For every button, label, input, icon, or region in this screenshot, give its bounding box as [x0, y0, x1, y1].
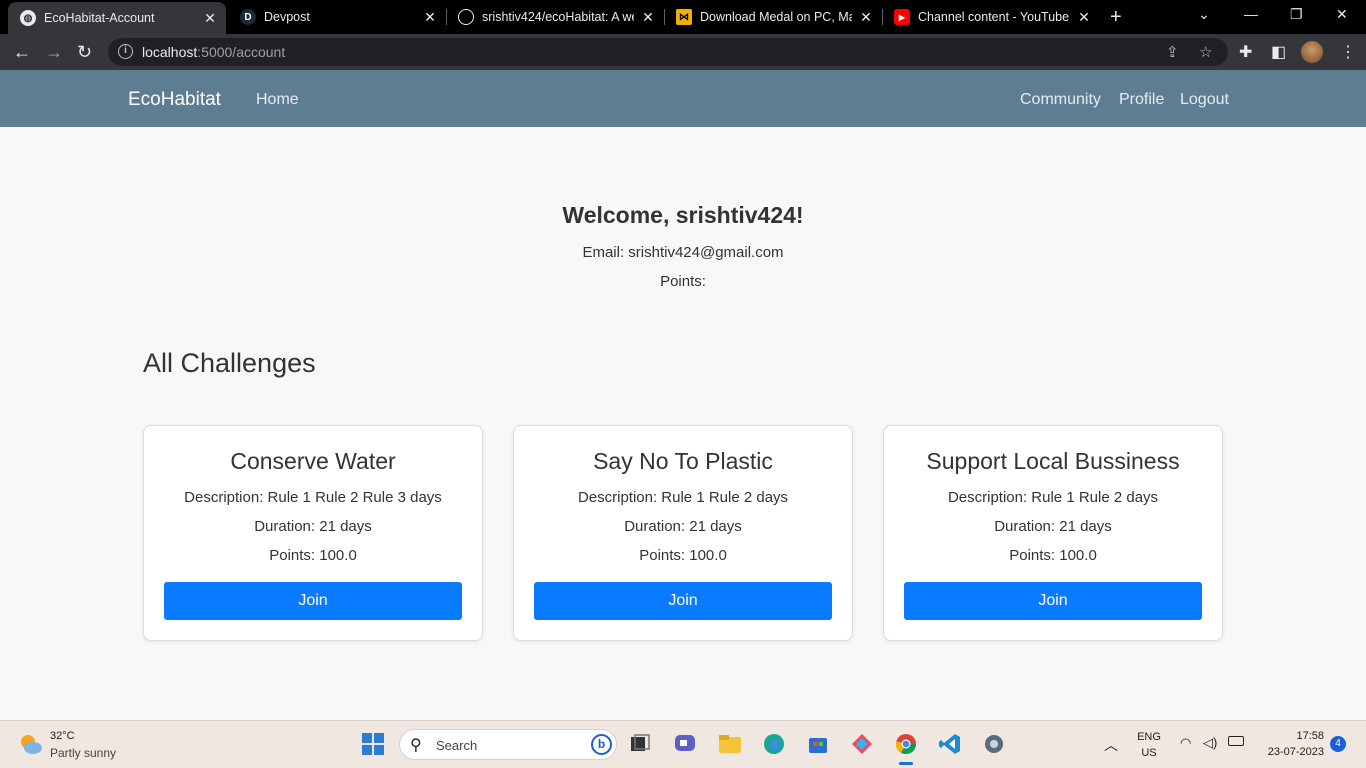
close-window-icon[interactable]: ✕ [1336, 6, 1348, 23]
weather-description[interactable]: Partly sunny [50, 746, 116, 760]
tab-youtube[interactable]: ▶ Channel content - YouTube S ✕ [882, 0, 1100, 34]
user-email: Email: srishtiv424@gmail.com [582, 244, 784, 261]
join-button[interactable]: Join [164, 582, 462, 620]
close-tab-icon[interactable]: ✕ [202, 10, 218, 27]
microsoft-store-icon[interactable] [806, 732, 830, 756]
extensions-puzzle-icon[interactable]: ✚ [1239, 42, 1252, 62]
windows-start-icon[interactable] [361, 732, 385, 756]
back-icon[interactable]: ← [13, 42, 31, 62]
tab-medal[interactable]: ⋈ Download Medal on PC, Mac ✕ [664, 0, 882, 34]
share-icon[interactable]: ⇪ [1166, 43, 1179, 61]
challenge-description: Description: Rule 1 Rule 2 days [577, 489, 789, 506]
browser-tab-strip: ◍ EcoHabitat-Account ✕ D Devpost ✕ srish… [0, 0, 1366, 34]
globe-icon: ◍ [20, 10, 36, 26]
challenge-card: Conserve Water Description: Rule 1 Rule … [143, 425, 483, 641]
close-tab-icon[interactable]: ✕ [422, 9, 438, 26]
volume-icon[interactable]: ◁) [1203, 735, 1217, 751]
challenge-duration: Duration: 21 days [994, 518, 1112, 535]
challenge-title: Say No To Plastic [593, 448, 773, 474]
vscode-icon[interactable] [938, 732, 962, 756]
challenge-description: Description: Rule 1 Rule 2 days [947, 489, 1159, 506]
nav-community-link[interactable]: Community [1020, 91, 1101, 109]
windows-taskbar: 32°C Partly sunny ⚲ Search b ︿ ENG US ◠ … [0, 720, 1366, 768]
file-explorer-icon[interactable] [718, 732, 742, 756]
address-bar[interactable]: i localhost:5000/account ⇪ ☆ [108, 38, 1228, 66]
restore-icon[interactable]: ❐ [1290, 6, 1303, 23]
tab-title: Devpost [264, 10, 310, 24]
challenge-duration: Duration: 21 days [254, 518, 372, 535]
app-diamond-icon[interactable] [850, 732, 874, 756]
tab-title: EcoHabitat-Account [44, 11, 155, 25]
site-brand[interactable]: EcoHabitat [128, 89, 221, 111]
challenge-points: Points: 100.0 [269, 547, 357, 564]
challenges-heading: All Challenges [143, 348, 316, 378]
browser-menu-icon[interactable]: ⋮ [1340, 42, 1356, 62]
clock-time[interactable]: 17:58 [1262, 730, 1324, 742]
challenge-title: Support Local Bussiness [926, 448, 1180, 474]
url-text[interactable]: localhost:5000/account [142, 44, 285, 60]
language-region[interactable]: US [1134, 747, 1164, 759]
language-code[interactable]: ENG [1134, 731, 1164, 743]
forward-icon[interactable]: → [45, 42, 63, 62]
youtube-icon: ▶ [894, 9, 910, 25]
weather-temperature[interactable]: 32°C [50, 730, 75, 742]
partly-sunny-icon[interactable] [18, 732, 44, 756]
side-panel-icon[interactable]: ◧ [1271, 42, 1286, 62]
url-host: localhost [142, 44, 198, 60]
tab-title: Download Medal on PC, Mac [700, 10, 852, 24]
devpost-icon: D [240, 9, 256, 25]
chrome-active-indicator [899, 762, 913, 765]
reload-icon[interactable]: ↻ [77, 42, 92, 62]
teams-chat-icon[interactable] [673, 732, 697, 756]
challenge-card: Say No To Plastic Description: Rule 1 Ru… [513, 425, 853, 641]
wifi-icon[interactable]: ◠ [1180, 735, 1191, 751]
tab-ecohabitat-account[interactable]: ◍ EcoHabitat-Account ✕ [8, 2, 226, 34]
search-icon: ⚲ [410, 737, 422, 754]
chrome-icon[interactable] [894, 732, 918, 756]
tab-search-chevron-icon[interactable]: ⌄ [1198, 6, 1210, 23]
bookmark-star-icon[interactable]: ☆ [1199, 43, 1212, 61]
nav-profile-link[interactable]: Profile [1119, 91, 1164, 109]
challenge-points: Points: 100.0 [639, 547, 727, 564]
close-tab-icon[interactable]: ✕ [858, 9, 874, 26]
user-points: Points: [660, 273, 706, 290]
browser-toolbar: ← → ↻ i localhost:5000/account ⇪ ☆ ✚ ◧ ⋮ [0, 34, 1366, 70]
task-view-icon[interactable] [628, 732, 652, 756]
edge-icon[interactable] [762, 732, 786, 756]
show-hidden-icons-chevron-icon[interactable]: ︿ [1104, 735, 1118, 755]
close-tab-icon[interactable]: ✕ [1076, 9, 1092, 26]
new-tab-icon[interactable]: + [1110, 6, 1122, 29]
github-icon [458, 9, 474, 25]
nav-logout-link[interactable]: Logout [1180, 91, 1229, 109]
tab-title: srishtiv424/ecoHabitat: A wel [482, 10, 634, 24]
challenge-card: Support Local Bussiness Description: Rul… [883, 425, 1223, 641]
minimize-icon[interactable]: — [1244, 6, 1258, 22]
medal-icon: ⋈ [676, 9, 692, 25]
url-path: :5000/account [197, 44, 286, 60]
challenge-points: Points: 100.0 [1009, 547, 1097, 564]
site-info-icon[interactable]: i [118, 44, 133, 59]
bing-icon[interactable]: b [591, 734, 612, 755]
nav-home-link[interactable]: Home [256, 91, 299, 109]
settings-gear-icon[interactable] [982, 732, 1006, 756]
notification-badge[interactable]: 4 [1330, 736, 1346, 752]
join-button[interactable]: Join [534, 582, 832, 620]
tab-devpost[interactable]: D Devpost ✕ [228, 0, 446, 34]
tab-title: Channel content - YouTube S [918, 10, 1070, 24]
tab-github[interactable]: srishtiv424/ecoHabitat: A wel ✕ [446, 0, 664, 34]
welcome-heading: Welcome, srishtiv424! [562, 202, 804, 228]
taskbar-search[interactable]: ⚲ Search b [399, 729, 617, 760]
close-tab-icon[interactable]: ✕ [640, 9, 656, 26]
search-label: Search [436, 738, 478, 753]
profile-avatar[interactable] [1301, 41, 1323, 63]
account-page: Welcome, srishtiv424! Email: srishtiv424… [128, 127, 1238, 720]
challenge-title: Conserve Water [230, 448, 396, 474]
challenge-duration: Duration: 21 days [624, 518, 742, 535]
battery-icon[interactable] [1228, 736, 1244, 746]
challenge-description: Description: Rule 1 Rule 2 Rule 3 days [184, 489, 442, 506]
join-button[interactable]: Join [904, 582, 1202, 620]
site-navbar: EcoHabitat Home Community Profile Logout [0, 70, 1366, 127]
clock-date[interactable]: 23-07-2023 [1252, 746, 1324, 758]
